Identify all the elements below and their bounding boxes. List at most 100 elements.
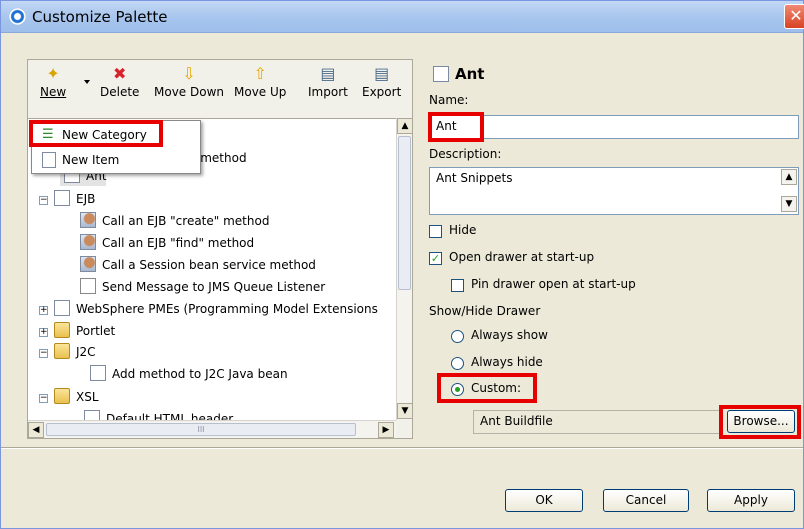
bean-icon bbox=[80, 234, 96, 250]
close-button[interactable]: ✕ bbox=[784, 4, 804, 29]
hide-checkbox[interactable] bbox=[429, 225, 442, 238]
tree-row-session-bean-label: Call a Session bean service method bbox=[102, 258, 316, 272]
show-hide-group-label: Show/Hide Drawer bbox=[429, 304, 541, 318]
move-down-button-label: Move Down bbox=[154, 85, 224, 99]
tree-row-j2c-label: J2C bbox=[76, 345, 96, 359]
highlight-name-field bbox=[428, 112, 484, 142]
tree-row-html-header-label: Default HTML header bbox=[106, 412, 234, 420]
item-icon bbox=[42, 152, 56, 168]
description-scroll-down[interactable]: ▼ bbox=[781, 196, 797, 212]
move-down-icon: ⇩ bbox=[182, 64, 196, 83]
move-down-button[interactable]: ⇩ Move Down bbox=[154, 63, 224, 99]
window-title: Customize Palette bbox=[32, 8, 168, 26]
tree-row-ejb-label: EJB bbox=[76, 192, 96, 206]
ok-button[interactable]: OK bbox=[505, 489, 583, 512]
hide-label: Hide bbox=[449, 223, 477, 237]
open-drawer-checkbox[interactable]: ✓ bbox=[429, 252, 442, 265]
tree-row-portlet-label: Portlet bbox=[76, 324, 116, 338]
tree-vertical-scrollbar[interactable]: ▲ ▼ bbox=[396, 118, 413, 420]
palette-toolbar: ✦ New ✖ Delete ⇩ Move Down ⇧ Move Up ▤ I… bbox=[28, 60, 412, 116]
tree-row-xsl[interactable]: XSL bbox=[54, 387, 99, 407]
always-hide-radio[interactable] bbox=[451, 357, 464, 370]
tree-row-portlet[interactable]: Portlet bbox=[54, 321, 115, 341]
tree-row-ejb-create-label: Call an EJB "create" method bbox=[102, 214, 270, 228]
apply-button[interactable]: Apply bbox=[707, 489, 795, 512]
move-up-icon: ⇧ bbox=[253, 64, 267, 83]
pin-drawer-checkbox[interactable] bbox=[451, 279, 464, 292]
scroll-up-button[interactable]: ▲ bbox=[397, 118, 413, 134]
tree-row-j2c[interactable]: J2C bbox=[54, 342, 96, 362]
highlight-new-category bbox=[29, 120, 163, 147]
footer-separator bbox=[1, 447, 803, 449]
name-label: Name: bbox=[429, 93, 469, 107]
tree-row-websphere-label: WebSphere PMEs (Programming Model Extens… bbox=[76, 302, 378, 316]
tree-row-websphere[interactable]: WebSphere PMEs (Programming Model Extens… bbox=[54, 299, 378, 319]
drawer-header: Ant bbox=[433, 65, 484, 83]
delete-button-label: Delete bbox=[100, 85, 140, 99]
name-field[interactable]: Ant bbox=[429, 115, 799, 139]
scroll-down-button[interactable]: ▼ bbox=[397, 403, 413, 419]
tree-row-jms[interactable]: Send Message to JMS Queue Listener bbox=[80, 277, 325, 297]
always-hide-label: Always hide bbox=[471, 355, 543, 369]
pin-drawer-label: Pin drawer open at start-up bbox=[471, 277, 636, 291]
scroll-right-button[interactable]: ▶ bbox=[378, 422, 394, 438]
description-field[interactable]: Ant Snippets ▲ ▼ bbox=[429, 167, 799, 215]
export-icon: ▤ bbox=[374, 64, 390, 83]
tree-row-ejb-find-label: Call an EJB "find" method bbox=[102, 236, 255, 250]
highlight-browse-button bbox=[719, 405, 801, 439]
open-drawer-label: Open drawer at start-up bbox=[449, 250, 595, 264]
palette-tree-pane: ✦ New ✖ Delete ⇩ Move Down ⇧ Move Up ▤ I… bbox=[27, 59, 413, 439]
bean-icon bbox=[80, 212, 96, 228]
tree-row-j2c-bean-label: Add method to J2C Java bean bbox=[112, 367, 288, 381]
new-dropdown-arrow[interactable] bbox=[84, 80, 90, 84]
title-bar: Customize Palette ✕ bbox=[1, 1, 804, 33]
ant-header-icon bbox=[433, 66, 449, 82]
cancel-button[interactable]: Cancel bbox=[603, 489, 689, 512]
move-up-button[interactable]: ⇧ Move Up bbox=[234, 63, 286, 99]
move-up-button-label: Move Up bbox=[234, 85, 287, 99]
horizontal-scroll-thumb[interactable]: III bbox=[46, 423, 356, 436]
j2c-method-icon bbox=[90, 365, 106, 381]
tree-row-xsl-label: XSL bbox=[76, 390, 99, 404]
custom-drawer-field[interactable]: Ant Buildfile bbox=[473, 410, 721, 434]
delete-icon: ✖ bbox=[113, 64, 127, 83]
description-text: Ant Snippets bbox=[436, 171, 513, 185]
vertical-scroll-thumb[interactable] bbox=[398, 136, 411, 290]
websphere-expand-toggle[interactable]: + bbox=[39, 306, 48, 315]
new-button[interactable]: ✦ New bbox=[40, 63, 66, 99]
tree-row-html-header[interactable]: Default HTML header bbox=[84, 409, 233, 420]
ejb-collapse-toggle[interactable]: − bbox=[39, 196, 48, 205]
j2c-collapse-toggle[interactable]: − bbox=[39, 349, 48, 358]
menu-item-new-item[interactable]: New Item bbox=[34, 149, 198, 171]
import-button[interactable]: ▤ Import bbox=[308, 63, 348, 99]
j2c-folder-icon bbox=[54, 343, 70, 359]
tree-row-session-bean[interactable]: Call a Session bean service method bbox=[80, 255, 316, 275]
xsl-collapse-toggle[interactable]: − bbox=[39, 394, 48, 403]
tree-row-ejb[interactable]: EJB bbox=[54, 189, 95, 209]
menu-item-new-item-label: New Item bbox=[62, 153, 120, 167]
delete-button[interactable]: ✖ Delete bbox=[100, 63, 139, 99]
html-header-icon bbox=[84, 410, 100, 420]
export-button[interactable]: ▤ Export bbox=[362, 63, 401, 99]
bean-icon bbox=[80, 256, 96, 272]
tree-row-j2c-bean[interactable]: Add method to J2C Java bean bbox=[90, 364, 288, 384]
portlet-folder-icon bbox=[54, 322, 70, 338]
tree-horizontal-scrollbar[interactable]: ◀ III ▶ bbox=[28, 420, 396, 438]
always-show-label: Always show bbox=[471, 328, 548, 342]
tree-row-ejb-create[interactable]: Call an EJB "create" method bbox=[80, 211, 269, 231]
highlight-custom-option bbox=[437, 373, 537, 403]
envelope-icon bbox=[80, 278, 96, 294]
scroll-left-button[interactable]: ◀ bbox=[28, 422, 44, 438]
description-scroll-up[interactable]: ▲ bbox=[781, 169, 797, 185]
websphere-drawer-icon bbox=[54, 300, 70, 316]
portlet-expand-toggle[interactable]: + bbox=[39, 328, 48, 337]
new-icon: ✦ bbox=[46, 64, 60, 83]
export-button-label: Export bbox=[362, 85, 402, 99]
new-button-label: New bbox=[40, 85, 67, 99]
tree-row-ejb-find[interactable]: Call an EJB "find" method bbox=[80, 233, 254, 253]
description-label: Description: bbox=[429, 147, 502, 161]
app-icon bbox=[9, 8, 26, 25]
drawer-header-title: Ant bbox=[455, 65, 485, 83]
xsl-folder-icon bbox=[54, 388, 70, 404]
always-show-radio[interactable] bbox=[451, 330, 464, 343]
